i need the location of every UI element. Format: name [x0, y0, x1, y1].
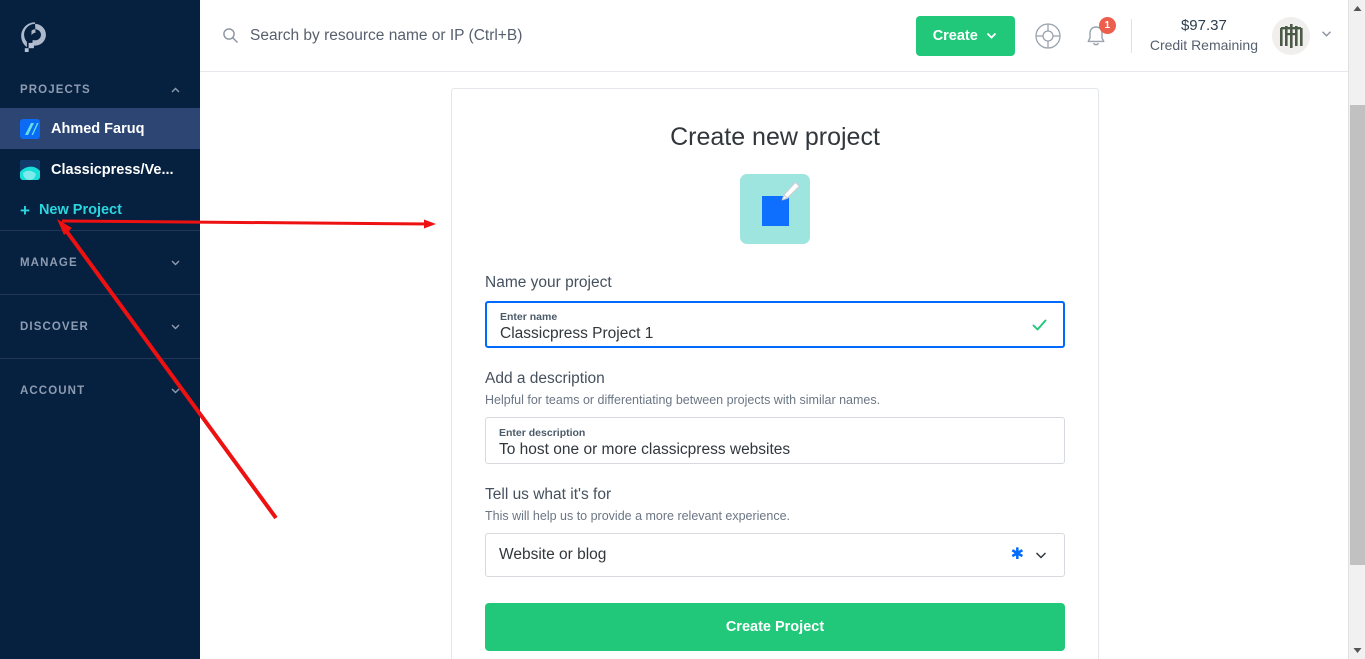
search-input[interactable]: Search by resource name or IP (Ctrl+B) — [200, 27, 916, 45]
projects-section-label: PROJECTS — [20, 84, 91, 96]
sidebar-section-discover[interactable]: DISCOVER — [0, 295, 200, 358]
digitalocean-logo-icon — [21, 22, 46, 52]
credit-label: Credit Remaining — [1149, 37, 1258, 54]
chevron-up-icon — [171, 87, 180, 92]
chevron-down-icon — [1322, 30, 1331, 37]
scroll-down-arrow-icon[interactable] — [1349, 642, 1365, 659]
chevron-down-icon — [171, 260, 180, 266]
description-field-label: Enter description — [499, 426, 586, 439]
sidebar-item-label: Ahmed Faruq — [51, 120, 145, 137]
chevron-down-icon — [986, 32, 996, 39]
search-placeholder: Search by resource name or IP (Ctrl+B) — [250, 26, 523, 44]
page-scrollbar[interactable] — [1348, 0, 1365, 659]
scroll-up-arrow-icon[interactable] — [1349, 0, 1365, 17]
lifebuoy-icon — [1035, 22, 1061, 49]
purpose-selected-value: Website or blog — [499, 546, 607, 563]
description-help-text: Helpful for teams or differentiating bet… — [485, 393, 881, 407]
notification-badge: 1 — [1098, 16, 1116, 34]
sidebar-section-label: DISCOVER — [20, 320, 89, 333]
plus-icon: + — [20, 200, 30, 220]
pencil-icon — [781, 181, 800, 201]
help-button[interactable] — [1033, 21, 1063, 51]
create-project-card: Create new project Name your project Ent… — [451, 88, 1099, 659]
top-navigation-bar: Search by resource name or IP (Ctrl+B) C… — [200, 0, 1348, 72]
create-button[interactable]: Create — [915, 15, 1015, 56]
project-icon-cyan-circle — [20, 159, 40, 180]
avatar-chevron-button[interactable] — [1319, 26, 1334, 46]
divider — [1130, 18, 1132, 53]
project-avatar-editor[interactable] — [740, 174, 810, 244]
logo-container[interactable] — [0, 0, 200, 72]
chevron-down-icon — [171, 324, 180, 330]
sidebar-section-account[interactable]: ACCOUNT — [0, 359, 200, 422]
sidebar-item-label: Classicpress/Ve... — [51, 161, 174, 178]
project-name-input[interactable]: Enter name Classicpress Project 1 — [485, 301, 1065, 348]
sidebar-section-label: MANAGE — [20, 256, 78, 269]
main-content: Create new project Name your project Ent… — [200, 72, 1348, 659]
new-project-button[interactable]: + New Project — [0, 190, 200, 230]
new-project-label: New Project — [38, 202, 122, 218]
name-section-label: Name your project — [485, 274, 612, 291]
project-name-value: Classicpress Project 1 — [500, 324, 654, 342]
sidebar: PROJECTS Ahmed Faruq Classicpress/Ve... … — [0, 0, 200, 659]
notifications-button[interactable]: 1 — [1081, 16, 1116, 51]
description-value: To host one or more classicpress website… — [499, 440, 791, 458]
project-name-field-label: Enter name — [500, 310, 558, 323]
credit-amount: $97.37 — [1180, 16, 1227, 34]
user-avatar-icon — [1272, 16, 1310, 55]
asterisk-icon: ✱ — [1010, 546, 1024, 563]
page-title: Create new project — [670, 123, 880, 151]
select-indicators: ✱ — [1011, 547, 1049, 563]
project-icon-blue-slash — [20, 118, 40, 139]
sidebar-item-project-classicpress[interactable]: Classicpress/Ve... — [0, 149, 200, 190]
sidebar-section-label: ACCOUNT — [20, 384, 86, 397]
projects-section-header[interactable]: PROJECTS — [0, 72, 200, 108]
sidebar-item-project-ahmed-faruq[interactable]: Ahmed Faruq — [0, 108, 200, 149]
search-icon — [223, 28, 238, 43]
scrollbar-thumb[interactable] — [1350, 105, 1365, 565]
chevron-down-icon — [171, 388, 180, 394]
credit-info: $97.37 Credit Remaining — [1150, 15, 1258, 56]
project-description-input[interactable]: Enter description To host one or more cl… — [485, 417, 1065, 464]
description-section-label: Add a description — [485, 370, 605, 387]
sidebar-section-manage[interactable]: MANAGE — [0, 231, 200, 294]
create-button-label: Create — [932, 27, 978, 44]
check-icon — [1032, 319, 1047, 330]
digitalocean-app: PROJECTS Ahmed Faruq Classicpress/Ve... … — [0, 0, 1365, 659]
purpose-help-text: This will help us to provide a more rele… — [485, 509, 791, 523]
create-project-submit-button[interactable]: Create Project — [485, 603, 1065, 651]
chevron-down-icon — [1035, 552, 1047, 559]
purpose-section-label: Tell us what it's for — [485, 486, 612, 503]
avatar[interactable] — [1272, 16, 1310, 55]
purpose-select[interactable]: Website or blog ✱ — [485, 533, 1065, 577]
